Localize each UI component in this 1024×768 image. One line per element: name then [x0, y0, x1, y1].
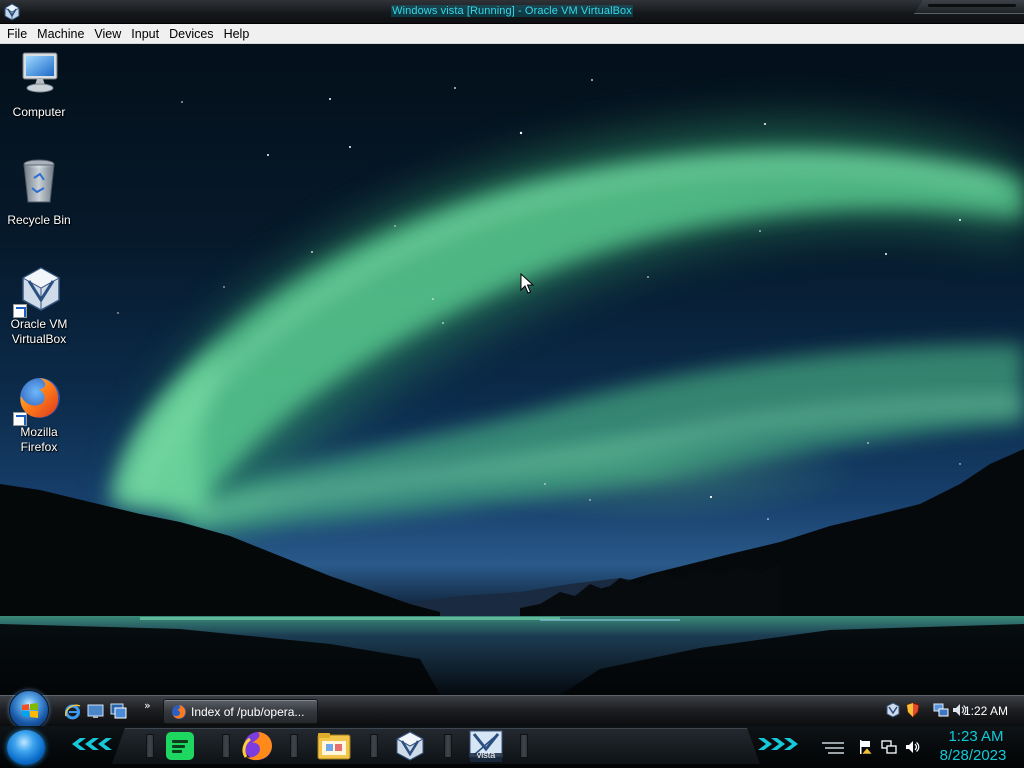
- switch-windows-icon[interactable]: [110, 703, 127, 720]
- virtualbox-vista-app[interactable]: vista: [460, 729, 512, 763]
- virtualbox-window: Windows vista [Running] - Oracle VM Virt…: [0, 0, 1024, 768]
- volume-icon[interactable]: [904, 739, 920, 755]
- guest-system-tray: 1:22 AM: [868, 696, 1024, 727]
- host-menu-icon[interactable]: [822, 742, 844, 754]
- guest-clock[interactable]: 1:22 AM: [964, 704, 1008, 718]
- dock-separator: [444, 734, 452, 758]
- dock-chevron-right-icon: [758, 738, 798, 750]
- mouse-cursor-icon: [520, 273, 534, 294]
- dock-separator: [370, 734, 378, 758]
- virtualbox-icon[interactable]: [384, 729, 436, 763]
- computer-icon: [22, 52, 58, 93]
- title-bar[interactable]: Windows vista [Running] - Oracle VM Virt…: [0, 0, 1024, 24]
- host-clock-time[interactable]: 1:23 AM: [936, 728, 1016, 746]
- desktop-icon-label: Mozilla Firefox: [20, 425, 58, 454]
- menu-input[interactable]: Input: [126, 24, 164, 44]
- shortcut-arrow-icon: [13, 412, 27, 426]
- guest-desktop[interactable]: Computer Recycle Bin Oracle VM VirtualBo…: [0, 44, 1024, 695]
- mountains-and-lake: [0, 449, 1024, 695]
- desktop-icon-label: Oracle VM VirtualBox: [10, 317, 68, 346]
- dock-separator: [520, 734, 528, 758]
- title-bar-decoration: [914, 0, 1024, 14]
- show-desktop-icon[interactable]: [87, 703, 104, 720]
- guest-taskbar: » Index of /pub/opera... 1:22 AM: [0, 690, 1024, 730]
- shortcut-arrow-icon: [13, 304, 27, 318]
- menu-devices[interactable]: Devices: [164, 24, 218, 44]
- network-icon[interactable]: [933, 702, 949, 718]
- network-icon[interactable]: [881, 739, 897, 755]
- window-title: Windows vista [Running] - Oracle VM Virt…: [0, 5, 1024, 17]
- file-manager-icon[interactable]: [308, 729, 360, 763]
- menu-help[interactable]: Help: [219, 24, 255, 44]
- desktop-icon-computer[interactable]: Computer: [1, 50, 77, 120]
- dock-separator: [146, 734, 154, 758]
- windows-logo-icon: [22, 703, 38, 718]
- desktop-icon-firefox[interactable]: Mozilla Firefox: [1, 374, 77, 455]
- window-title-text: Windows vista [Running] - Oracle VM Virt…: [391, 5, 633, 17]
- desktop-icon-label: Recycle Bin: [7, 213, 71, 227]
- desktop-icon-recycle-bin[interactable]: Recycle Bin: [1, 158, 77, 228]
- start-button[interactable]: [9, 690, 49, 730]
- firefox-icon[interactable]: [232, 729, 284, 763]
- host-clock-date[interactable]: 8/28/2023: [930, 747, 1016, 765]
- action-center-flag-icon[interactable]: [858, 739, 874, 755]
- dock-chevron-left-icon: [72, 738, 112, 750]
- host-taskbar: vista 1:23 AM 8/28/2023: [0, 726, 1024, 768]
- internet-explorer-icon[interactable]: [64, 703, 81, 720]
- menu-machine[interactable]: Machine: [32, 24, 89, 44]
- security-shield-icon[interactable]: [905, 702, 921, 718]
- recycle-bin-icon: [23, 159, 55, 203]
- quick-launch-overflow[interactable]: »: [144, 699, 151, 712]
- dock-separator: [222, 734, 230, 758]
- taskbar-button-label: Index of /pub/opera...: [191, 705, 305, 719]
- dock-app-label: vista: [476, 750, 496, 760]
- firefox-icon: [172, 705, 186, 719]
- desktop-icon-label: Computer: [12, 105, 66, 119]
- spotify-icon[interactable]: [158, 729, 210, 763]
- dock-separator: [290, 734, 298, 758]
- menu-view[interactable]: View: [89, 24, 126, 44]
- desktop-icon-virtualbox[interactable]: Oracle VM VirtualBox: [1, 266, 77, 347]
- menu-file[interactable]: File: [2, 24, 32, 44]
- virtualbox-tray-icon[interactable]: [885, 702, 901, 718]
- menu-bar: File Machine View Input Devices Help: [0, 24, 1024, 44]
- taskbar-button-firefox[interactable]: Index of /pub/opera...: [163, 699, 318, 724]
- host-start-button[interactable]: [7, 730, 45, 765]
